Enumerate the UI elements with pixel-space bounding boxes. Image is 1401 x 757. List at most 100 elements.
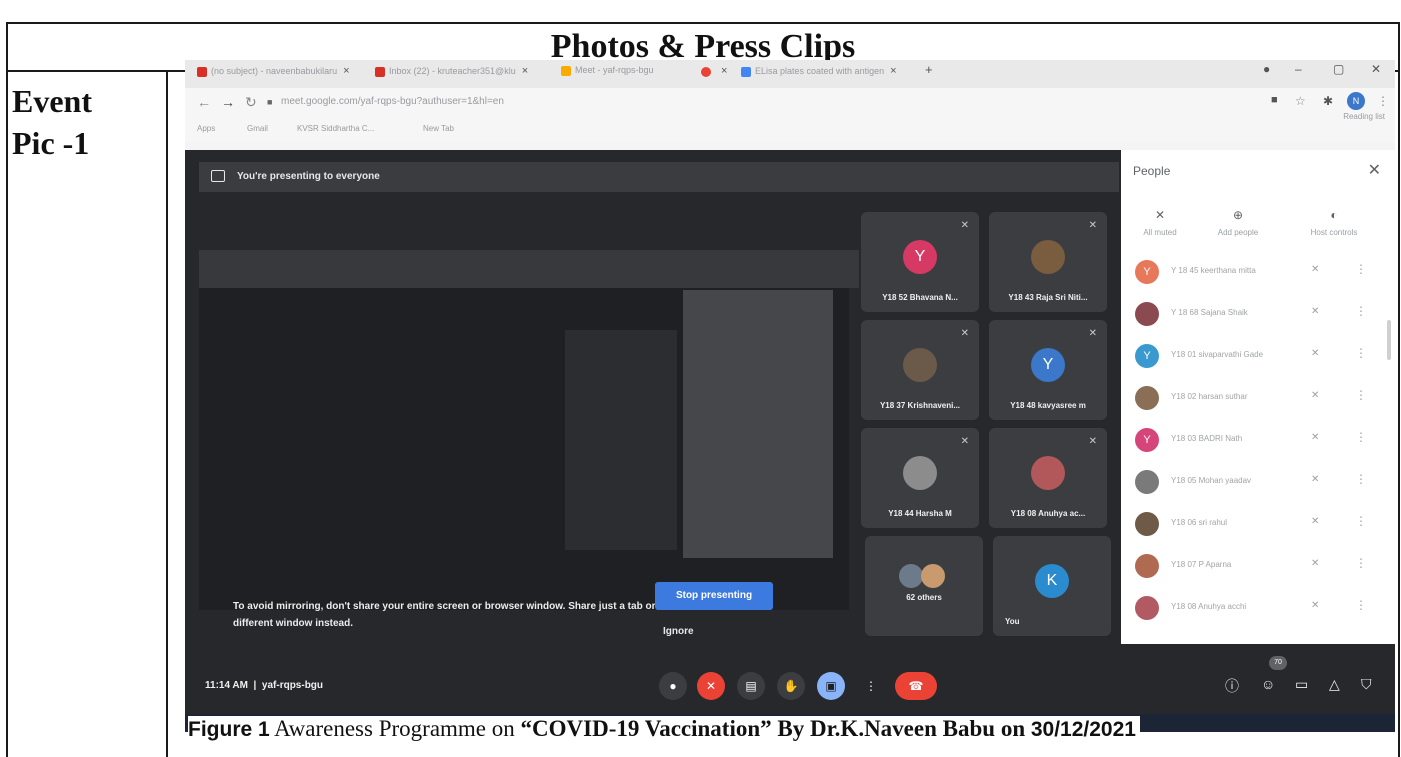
new-tab-button[interactable]: + bbox=[925, 62, 933, 82]
camera-icon[interactable]: ■ bbox=[1271, 94, 1278, 106]
mic-off-icon: ✕ bbox=[1311, 558, 1320, 569]
mic-off-icon: ✕ bbox=[1154, 208, 1166, 222]
extensions-icon[interactable]: ✱ bbox=[1323, 94, 1333, 108]
people-panel-title: People bbox=[1133, 164, 1171, 178]
all-muted-control[interactable]: ✕ All muted bbox=[1125, 208, 1195, 237]
window-close-icon[interactable]: ✕ bbox=[1371, 62, 1381, 76]
others-tile[interactable]: 62 others bbox=[865, 536, 983, 636]
more-options-icon[interactable]: ⋮ bbox=[1355, 388, 1367, 402]
browser-tab-5[interactable]: ELisa plates coated with antigen × bbox=[741, 65, 897, 85]
column-divider bbox=[166, 72, 168, 757]
participant-tile[interactable]: ✕ Y18 37 Krishnaveni... bbox=[861, 320, 979, 420]
avatar: Y bbox=[1135, 344, 1159, 368]
add-person-icon: ⊕ bbox=[1232, 208, 1244, 222]
more-options-icon[interactable]: ⋮ bbox=[1355, 514, 1367, 528]
mirroring-warning: To avoid mirroring, don't share your ent… bbox=[233, 601, 664, 629]
captions-icon[interactable]: ▤ bbox=[737, 672, 765, 700]
more-options-icon[interactable]: ⋮ bbox=[1355, 430, 1367, 444]
list-item[interactable]: Y Y18 03 BADRI Nath ✕ ⋮ bbox=[1121, 422, 1395, 462]
browser-tab-1[interactable]: (no subject) - naveenbabukilaru × bbox=[197, 65, 350, 85]
figure-caption: Figure 1 Awareness Programme on “COVID-1… bbox=[188, 716, 1140, 742]
more-options-icon[interactable]: ⋮ bbox=[1355, 598, 1367, 612]
info-icon[interactable]: ⓘ bbox=[1225, 676, 1239, 696]
activities-icon[interactable]: △ bbox=[1329, 676, 1340, 693]
browser-tab-bar: (no subject) - naveenbabukilaru × Inbox (… bbox=[185, 60, 1395, 88]
meeting-clock: 11:14 AM | yaf-rqps-bgu bbox=[205, 680, 324, 691]
browser-tab-4[interactable]: × bbox=[701, 65, 727, 85]
list-item[interactable]: YY 18 45 keerthana mitta ✕ ⋮ bbox=[1121, 254, 1395, 294]
participant-name: Y18 48 kavyasree m bbox=[1010, 401, 1086, 410]
participant-tile[interactable]: ✕ Y Y18 52 Bhavana N... bbox=[861, 212, 979, 312]
mic-off-icon: ✕ bbox=[1088, 436, 1097, 447]
participant-tile[interactable]: ✕ Y Y18 48 kavyasree m bbox=[989, 320, 1107, 420]
record-icon[interactable]: ● bbox=[1263, 62, 1270, 76]
mic-off-icon: ✕ bbox=[1311, 432, 1320, 443]
add-people-button[interactable]: ⊕ Add people bbox=[1203, 208, 1273, 237]
reload-icon[interactable]: ↻ bbox=[245, 94, 257, 111]
bookmark-apps[interactable]: Apps bbox=[197, 124, 215, 133]
avatar bbox=[899, 564, 923, 588]
participant-tile[interactable]: ✕ Y18 43 Raja Sri Niti... bbox=[989, 212, 1107, 312]
browser-tab-3[interactable]: Meet - yaf-rqps-bgu bbox=[561, 65, 654, 85]
participant-tile[interactable]: ✕ Y18 44 Harsha M bbox=[861, 428, 979, 528]
scrollbar[interactable] bbox=[1387, 320, 1391, 360]
close-icon[interactable]: ✕ bbox=[1368, 160, 1381, 180]
meet-window: You're presenting to everyone To avoid m… bbox=[185, 150, 1395, 732]
list-item[interactable]: Y18 02 harsan suthar ✕ ⋮ bbox=[1121, 380, 1395, 420]
participant-name: Y18 52 Bhavana N... bbox=[882, 293, 958, 302]
participant-name: Y18 44 Harsha M bbox=[888, 509, 952, 518]
avatar bbox=[1031, 240, 1065, 274]
more-options-icon[interactable]: ⋮ bbox=[857, 672, 885, 700]
more-options-icon[interactable]: ⋮ bbox=[1355, 304, 1367, 318]
caption-topic: “COVID-19 Vaccination” By Dr.K.Naveen Ba… bbox=[520, 716, 1031, 741]
stop-presenting-button[interactable]: Stop presenting bbox=[655, 582, 773, 610]
close-icon[interactable]: × bbox=[343, 65, 349, 77]
host-controls-button[interactable]: ◐ Host controls bbox=[1299, 208, 1369, 237]
reading-list[interactable]: Reading list bbox=[1343, 112, 1385, 121]
people-icon[interactable]: ☺ bbox=[1261, 676, 1275, 692]
forward-icon[interactable]: → bbox=[221, 94, 235, 110]
browser-tab-2[interactable]: Inbox (22) - kruteacher351@klu × bbox=[375, 65, 528, 85]
bookmark-kvsr[interactable]: KVSR Siddhartha C... bbox=[297, 124, 374, 133]
avatar bbox=[1135, 302, 1159, 326]
participant-name: Y18 37 Krishnaveni... bbox=[879, 401, 961, 410]
list-item[interactable]: Y18 07 P Aparna ✕ ⋮ bbox=[1121, 548, 1395, 588]
bookmark-gmail[interactable]: Gmail bbox=[247, 124, 268, 133]
url-field[interactable]: meet.google.com/yaf-rqps-bgu?authuser=1&… bbox=[281, 96, 504, 107]
ignore-button[interactable]: Ignore bbox=[663, 626, 694, 637]
close-icon[interactable]: × bbox=[522, 65, 528, 77]
list-item[interactable]: Y Y18 01 sivaparvathi Gade ✕ ⋮ bbox=[1121, 338, 1395, 378]
list-item[interactable]: Y 18 68 Sajana Shaik ✕ ⋮ bbox=[1121, 296, 1395, 336]
more-options-icon[interactable]: ⋮ bbox=[1355, 346, 1367, 360]
present-now-icon[interactable]: ▣ bbox=[817, 672, 845, 700]
raise-hand-icon[interactable]: ✋ bbox=[777, 672, 805, 700]
shared-screen-toolbar bbox=[199, 250, 859, 288]
more-options-icon[interactable]: ⋮ bbox=[1355, 472, 1367, 486]
close-icon[interactable]: × bbox=[890, 65, 896, 77]
minimize-icon[interactable]: – bbox=[1295, 62, 1302, 76]
star-icon[interactable]: ☆ bbox=[1295, 94, 1306, 108]
more-options-icon[interactable]: ⋮ bbox=[1355, 262, 1367, 276]
end-call-button[interactable]: ☎ bbox=[895, 672, 937, 700]
more-options-icon[interactable]: ⋮ bbox=[1355, 556, 1367, 570]
participant-tile[interactable]: ✕ Y18 08 Anuhya ac... bbox=[989, 428, 1107, 528]
list-item[interactable]: Y18 05 Mohan yaadav ✕ ⋮ bbox=[1121, 464, 1395, 504]
bookmark-new-tab[interactable]: New Tab bbox=[423, 124, 454, 133]
maximize-icon[interactable]: ▢ bbox=[1333, 62, 1344, 76]
shield-icon[interactable]: ⛉ bbox=[1361, 676, 1372, 693]
mic-icon[interactable]: ● bbox=[659, 672, 687, 700]
caption-prefix: Awareness Programme on bbox=[269, 716, 521, 741]
self-tile[interactable]: K You bbox=[993, 536, 1111, 636]
profile-avatar[interactable]: N bbox=[1347, 92, 1365, 110]
browser-menu-icon[interactable]: ⋮ bbox=[1377, 94, 1389, 108]
caption-date: 30/12/2021 bbox=[1030, 718, 1136, 741]
camera-off-icon[interactable]: ✕ bbox=[697, 672, 725, 700]
back-icon[interactable]: ← bbox=[197, 94, 211, 110]
row-label: Event Pic -1 bbox=[12, 80, 92, 164]
address-bar: ← → ↻ ■ meet.google.com/yaf-rqps-bgu?aut… bbox=[185, 88, 1395, 118]
list-item[interactable]: Y18 08 Anuhya acchi ✕ ⋮ bbox=[1121, 590, 1395, 630]
close-icon[interactable]: × bbox=[721, 65, 727, 77]
mic-off-icon: ✕ bbox=[960, 436, 969, 447]
list-item[interactable]: Y18 06 sri rahul ✕ ⋮ bbox=[1121, 506, 1395, 546]
chat-icon[interactable]: ▭ bbox=[1295, 676, 1308, 693]
